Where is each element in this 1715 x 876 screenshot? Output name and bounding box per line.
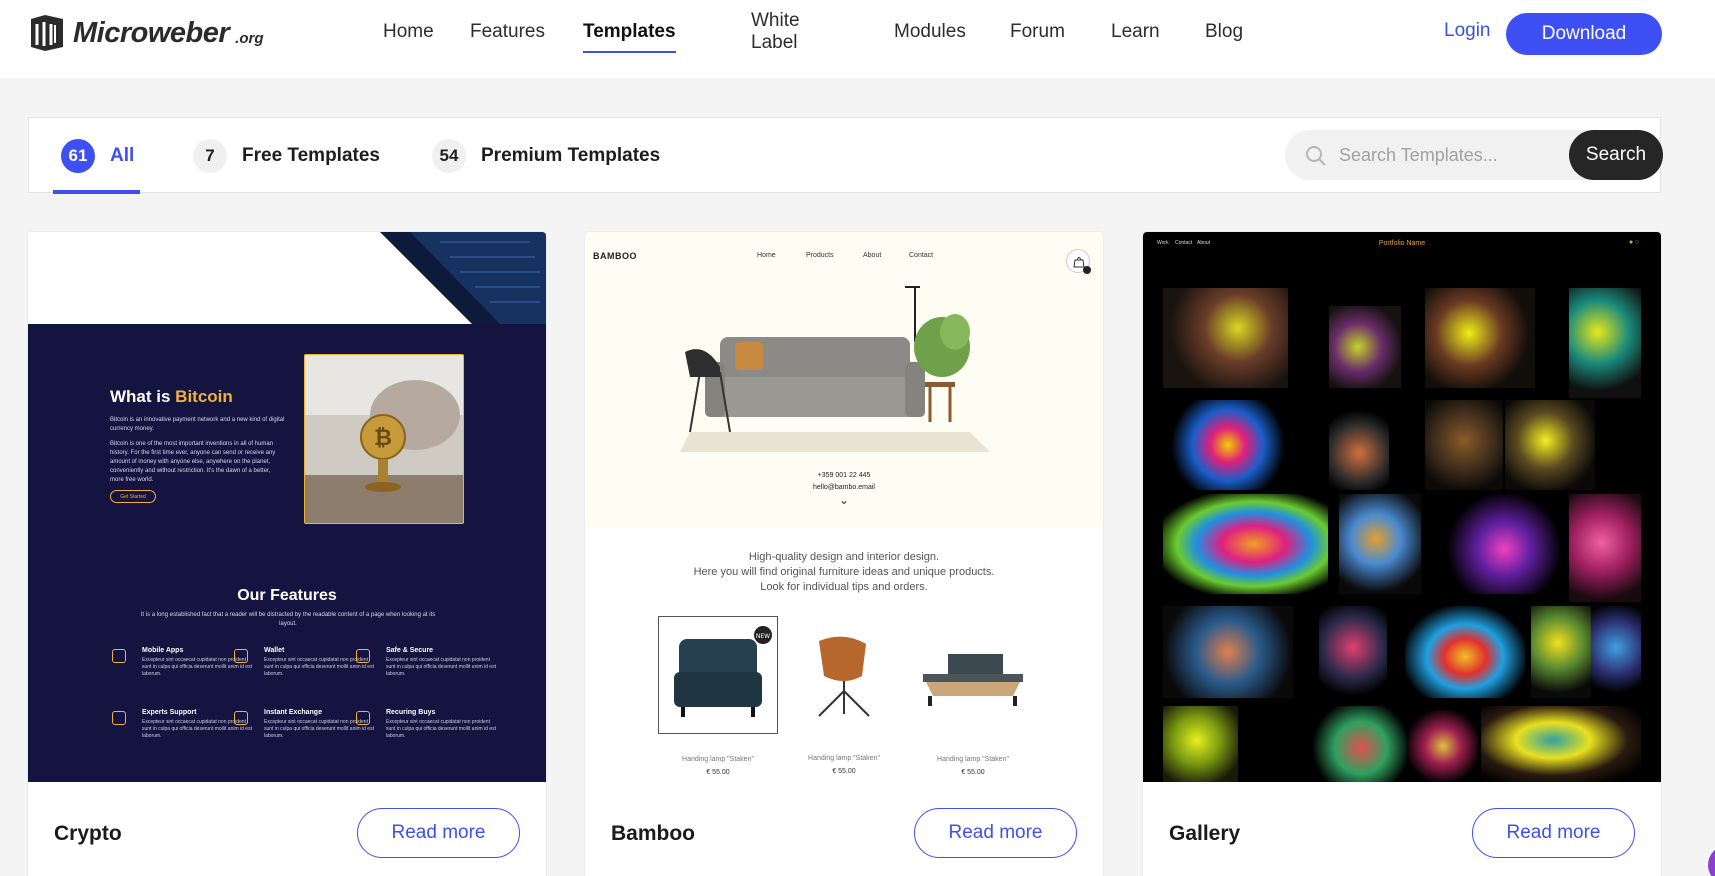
card-footer: Crypto Read more: [28, 782, 546, 876]
microweber-logo-icon: [31, 15, 63, 51]
product-armchair: NEW: [658, 616, 778, 734]
template-preview-crypto[interactable]: What is Bitcoin Bitcoin is an innovative…: [28, 232, 546, 782]
bitcoin-image: ₿: [304, 354, 464, 524]
gallery-site-title: Portfolio Name: [1378, 240, 1426, 247]
new-badge: NEW: [756, 633, 770, 640]
crypto-features-title: Our Features: [237, 587, 337, 604]
template-card-gallery[interactable]: Work Contact About Portfolio Name ● ○ Ga…: [1143, 232, 1661, 876]
tab-all-count: 61: [61, 139, 95, 173]
wallet-icon: [234, 649, 248, 663]
bar-chart-icon: [356, 711, 370, 725]
nav-templates[interactable]: Templates: [583, 0, 676, 64]
nav-white-label[interactable]: White Label: [751, 0, 800, 64]
tab-premium-count: 54: [432, 139, 466, 173]
tab-free-count: 7: [193, 139, 227, 173]
tab-all[interactable]: 61 All: [52, 118, 141, 194]
logo[interactable]: Microweber .org: [27, 13, 264, 53]
nav-learn[interactable]: Learn: [1111, 0, 1160, 64]
crypto-features-subtitle: It is a long established fact that a rea…: [140, 612, 436, 627]
template-card-bamboo[interactable]: BAMBOO Home Products About Contact +359 …: [585, 232, 1103, 876]
bamboo-logo: BAMBOO: [593, 251, 637, 261]
download-button[interactable]: Download: [1506, 13, 1662, 55]
exchange-icon: [234, 711, 248, 725]
card-title: Bamboo: [611, 822, 695, 845]
crypto-heading: What is Bitcoin: [110, 387, 233, 406]
top-navigation-bar: Microweber .org Home Features Templates …: [0, 0, 1715, 78]
crypto-feature: Safe & Secure Excepteur sint occaecat cu…: [356, 647, 496, 678]
template-preview-bamboo[interactable]: BAMBOO Home Products About Contact +359 …: [585, 232, 1103, 782]
product-chair: [784, 616, 904, 734]
search-icon: [1306, 146, 1326, 166]
chat-widget-button[interactable]: [1708, 845, 1715, 876]
social-icons: ● ○: [1629, 239, 1640, 246]
product-bed: [913, 616, 1033, 734]
cart-icon: [1066, 249, 1091, 274]
tab-free-label: Free Templates: [242, 145, 380, 166]
nav-blog[interactable]: Blog: [1205, 0, 1243, 64]
template-card-crypto[interactable]: What is Bitcoin Bitcoin is an innovative…: [28, 232, 546, 876]
card-title: Crypto: [54, 822, 122, 845]
shield-icon: [356, 649, 370, 663]
card-title: Gallery: [1169, 822, 1241, 845]
nav-home[interactable]: Home: [383, 0, 434, 64]
nav-forum[interactable]: Forum: [1010, 0, 1065, 64]
bamboo-contact: +359 001 22 445 hello@bambo.email ⌄: [813, 472, 875, 507]
nav-features[interactable]: Features: [470, 0, 545, 64]
read-more-button[interactable]: Read more: [1472, 808, 1635, 858]
nav-modules[interactable]: Modules: [894, 0, 966, 64]
headset-icon: [112, 711, 126, 725]
stock-screen-image: [380, 232, 546, 324]
crypto-cta: Get Started: [110, 490, 156, 503]
logo-tld: .org: [235, 29, 264, 47]
tab-premium-templates[interactable]: 54 Premium Templates: [432, 118, 660, 194]
card-footer: Gallery Read more: [1143, 782, 1661, 876]
crypto-intro: Bitcoin is an innovative payment network…: [110, 417, 285, 483]
bamboo-description: High-quality design and interior design.…: [693, 551, 995, 593]
tab-premium-label: Premium Templates: [481, 145, 661, 166]
logo-wordmark: Microweber: [73, 16, 230, 49]
crypto-feature: Recuring Buys Excepteur sint occaecat cu…: [356, 709, 496, 740]
mobile-icon: [112, 649, 126, 663]
search-input[interactable]: [1339, 138, 1539, 172]
sofa-image: [680, 286, 990, 452]
template-preview-gallery[interactable]: Work Contact About Portfolio Name ● ○: [1143, 232, 1661, 782]
read-more-button[interactable]: Read more: [357, 808, 520, 858]
read-more-button[interactable]: Read more: [914, 808, 1077, 858]
login-link[interactable]: Login: [1444, 20, 1491, 42]
card-footer: Bamboo Read more: [585, 782, 1103, 876]
search-button[interactable]: Search: [1569, 130, 1663, 180]
tab-all-label: All: [110, 145, 135, 166]
tab-free-templates[interactable]: 7 Free Templates: [193, 118, 380, 194]
template-filter-bar: 61 All 7 Free Templates 54 Premium Templ…: [28, 117, 1663, 194]
svg-text:₿: ₿: [374, 426, 392, 451]
